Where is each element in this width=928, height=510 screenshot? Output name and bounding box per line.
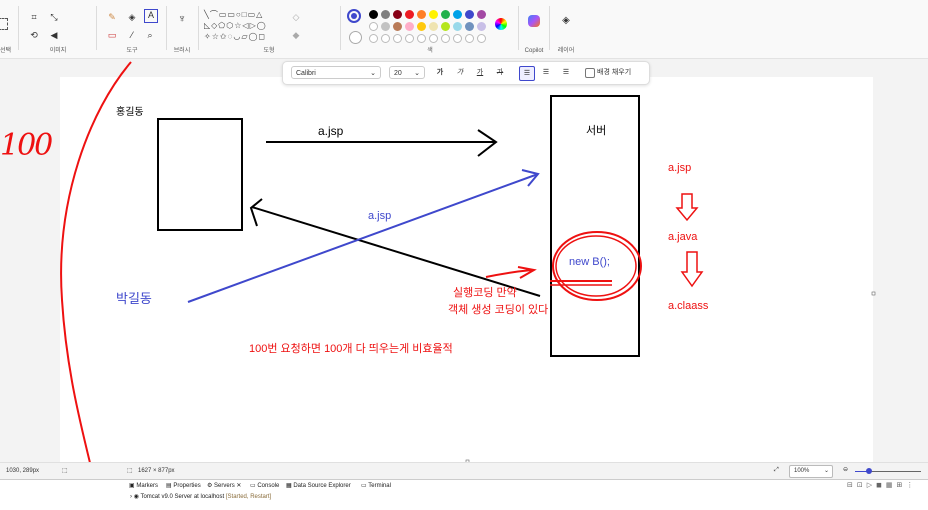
tab-markers[interactable]: ▣ Markers [129, 481, 158, 491]
tab-label: Terminal [368, 483, 391, 489]
fill-background-checkbox[interactable] [585, 68, 595, 78]
align-right-button[interactable]: ☰ [559, 66, 573, 79]
underline-button[interactable]: 가 [473, 66, 487, 79]
margin-note: 100 [0, 128, 53, 163]
request-label: a.jsp [318, 124, 344, 138]
red-jsp-label: a.jsp [668, 162, 692, 174]
client-label: 홍길동 [116, 107, 144, 118]
view-toolbar-icons[interactable]: ⊟⊡▷◼▦⊞⋮ [847, 481, 917, 489]
tab-label: Console [257, 483, 280, 489]
tab-label: Properties [173, 483, 201, 489]
zoom-slider-thumb[interactable] [866, 468, 872, 474]
cursor-position: 1030, 289px [6, 468, 40, 474]
status-bar: 1030, 289px ⬚ ⬚ 1627 × 877px ⤢ 100% ⌄ ⊖ [0, 462, 928, 480]
font-family-value: Calibri [296, 70, 316, 77]
text-format-toolbar: Calibri ⌄ 20 ⌄ 가 가 가 가 ☰ ☰ ☰ 배경 채우기 [282, 61, 650, 85]
bottom-note: 100번 요청하면 100개 다 띄우는게 비효율적 [249, 343, 453, 355]
servers-icon: ⚙ [207, 483, 215, 489]
eclipse-servers-panel: ▣ Markers ▤ Properties ⚙ Servers ✕ ▭ Con… [0, 479, 928, 510]
annotation-line-2: 객체 생성 코딩이 있다 [448, 304, 549, 316]
chevron-down-icon: ⌄ [414, 70, 420, 77]
canvas-size: 1627 × 877px [138, 468, 175, 474]
client-box [157, 118, 243, 231]
tab-label: Servers [214, 483, 235, 489]
font-family-select[interactable]: Calibri ⌄ [291, 66, 381, 79]
server-row[interactable]: › ◉ Tomcat v9.0 Server at localhost [Sta… [130, 493, 271, 500]
response-arrowhead [249, 198, 263, 227]
new-b-label: new B(); [569, 256, 610, 268]
tab-data-source-explorer[interactable]: ▦ Data Source Explorer [286, 481, 351, 491]
red-java-label: a.java [668, 231, 698, 243]
server-name: Tomcat v9.0 Server at localhost [140, 494, 225, 500]
server-label: 서버 [586, 125, 607, 137]
close-icon[interactable]: ✕ [235, 483, 241, 489]
resize-handle-right[interactable] [871, 291, 876, 296]
tab-console[interactable]: ▭ Console [250, 481, 279, 491]
align-center-button[interactable]: ☰ [539, 66, 553, 79]
red-small-arrow [485, 266, 537, 279]
tab-label: Markers [136, 483, 159, 489]
second-user-request-line [187, 173, 539, 303]
zoom-select[interactable]: 100% ⌄ [789, 465, 833, 478]
tab-servers[interactable]: ⚙ Servers ✕ [207, 481, 241, 491]
canvas-size-icon: ⬚ [127, 468, 133, 474]
bold-button[interactable]: 가 [433, 66, 447, 79]
second-user-label: 박길동 [116, 291, 152, 306]
selection-icon: ⬚ [62, 468, 68, 474]
fill-background-label: 배경 채우기 [597, 69, 632, 76]
tab-label: Data Source Explorer [293, 483, 351, 489]
down-arrow-1 [675, 193, 699, 222]
tab-terminal[interactable]: ▭ Terminal [361, 481, 391, 491]
response-label: a.jsp [368, 210, 392, 222]
tab-properties[interactable]: ▤ Properties [166, 481, 201, 491]
margin-red-curve [60, 61, 132, 497]
annotation-line-1: 실행코딩 만약 [453, 287, 517, 299]
font-size-value: 20 [394, 70, 402, 77]
strikethrough-button[interactable]: 가 [493, 66, 507, 79]
chevron-down-icon: ⌄ [370, 70, 376, 77]
font-size-select[interactable]: 20 ⌄ [389, 66, 425, 79]
fit-icon[interactable]: ⤢ [774, 467, 779, 474]
response-arrow [251, 206, 541, 297]
zoom-out-icon[interactable]: ⊖ [843, 466, 848, 473]
zoom-value: 100% [794, 468, 810, 474]
server-state: [Started, Restart] [225, 494, 272, 500]
down-arrow-2 [680, 251, 704, 288]
italic-button[interactable]: 가 [453, 66, 467, 79]
chevron-down-icon: ⌄ [823, 468, 829, 474]
red-class-label: a.claass [668, 300, 709, 312]
align-left-button[interactable]: ☰ [519, 66, 535, 81]
